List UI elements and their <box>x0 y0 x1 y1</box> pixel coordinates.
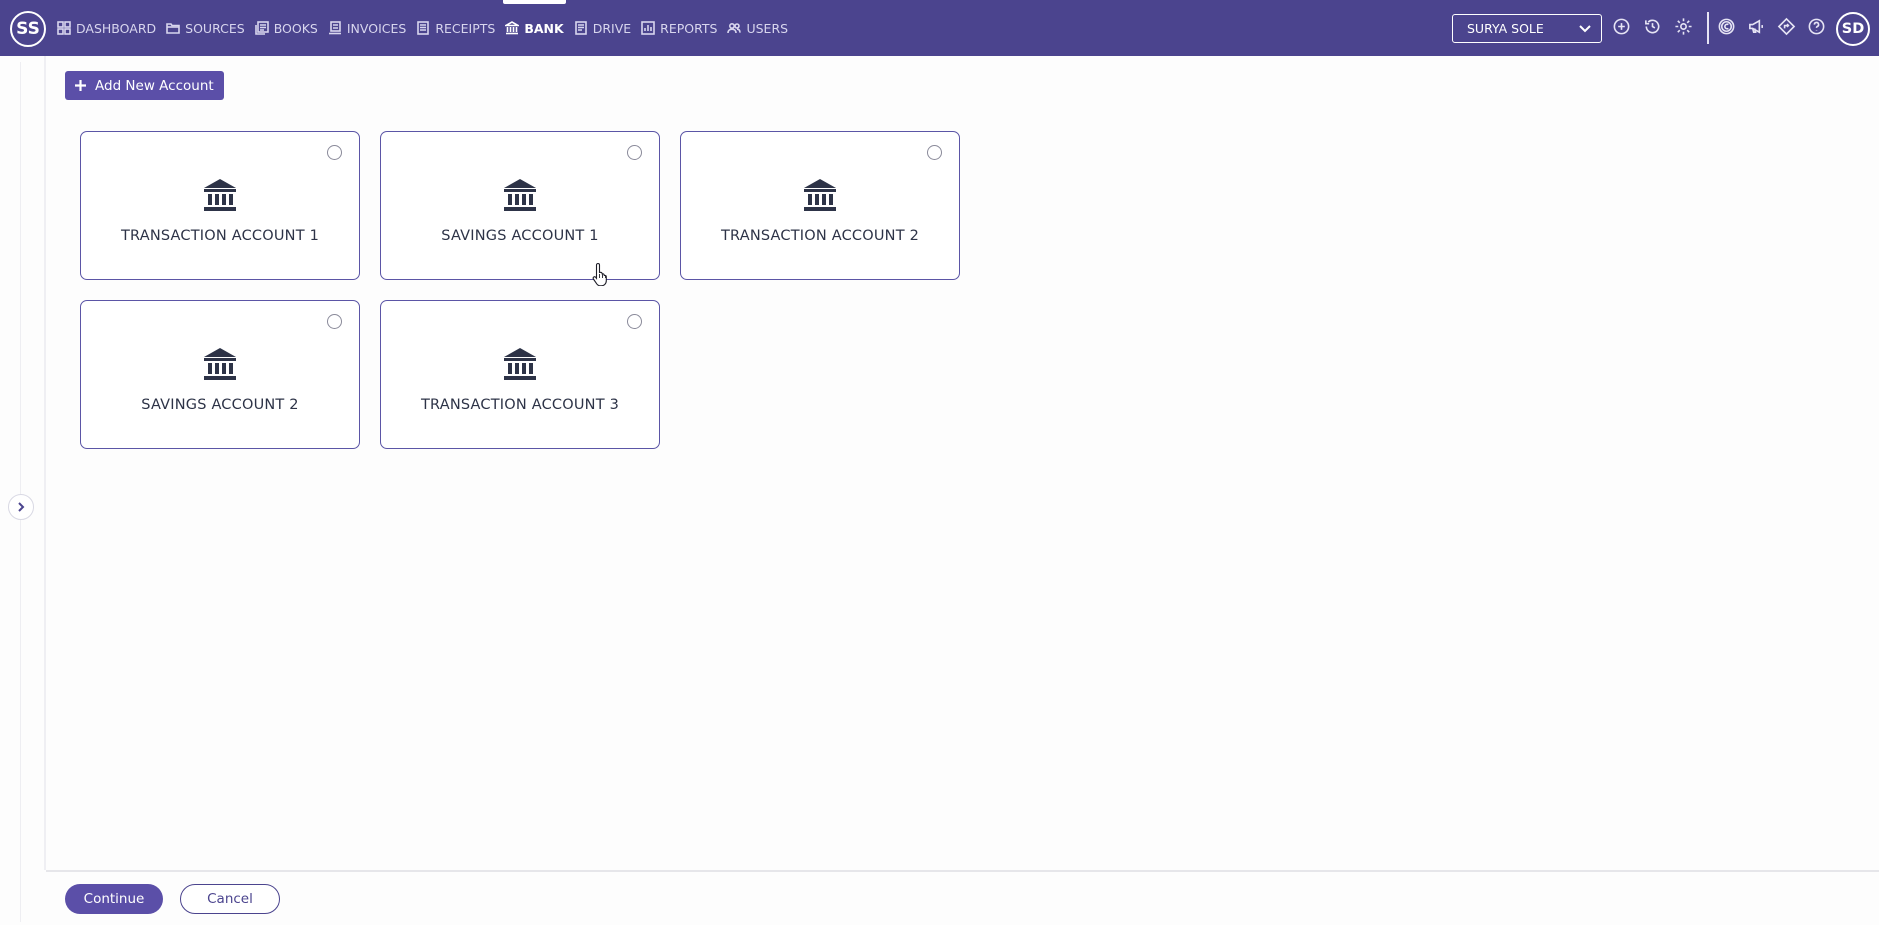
account-card[interactable]: SAVINGS ACCOUNT 2 <box>80 300 360 449</box>
account-card[interactable]: TRANSACTION ACCOUNT 2 <box>680 131 960 280</box>
chevron-down-icon <box>1578 21 1592 35</box>
nav-item-invoices[interactable]: INVOICES <box>328 0 406 56</box>
credits-icon[interactable] <box>1716 16 1736 36</box>
account-card[interactable]: TRANSACTION ACCOUNT 1 <box>80 131 360 280</box>
sidebar-edge <box>20 62 21 922</box>
nav-item-receipts[interactable]: RECEIPTS <box>416 0 495 56</box>
add-new-account-button[interactable]: Add New Account <box>65 71 224 100</box>
account-radio[interactable] <box>327 145 342 160</box>
megaphone-icon[interactable] <box>1746 16 1766 36</box>
company-select-value: SURYA SOLE <box>1467 21 1544 36</box>
document-icon <box>574 21 587 35</box>
account-name: SAVINGS ACCOUNT 1 <box>441 228 599 244</box>
header-divider <box>1707 12 1709 44</box>
utility-actions <box>1716 16 1826 36</box>
bank-icon <box>202 178 238 212</box>
nav-label-drive: DRIVE <box>592 20 632 36</box>
nav-item-drive[interactable]: DRIVE <box>574 0 631 56</box>
account-name: TRANSACTION ACCOUNT 3 <box>420 397 620 413</box>
folder-icon <box>166 23 180 34</box>
nav-item-bank[interactable]: BANK <box>503 0 567 56</box>
help-icon[interactable] <box>1806 16 1826 36</box>
company-select[interactable]: SURYA SOLE <box>1452 14 1602 43</box>
bank-icon <box>802 178 838 212</box>
account-name: SAVINGS ACCOUNT 2 <box>141 397 299 413</box>
nav-label-users: USERS <box>746 20 789 36</box>
account-name: TRANSACTION ACCOUNT 2 <box>720 228 920 244</box>
top-navigation-bar: SS DASHBOARD SOURCES BOOKS INVOICES RECE… <box>0 0 1879 56</box>
sidebar-expand-button[interactable] <box>8 494 34 520</box>
nav-item-dashboard[interactable]: DASHBOARD <box>57 0 156 56</box>
footer-divider <box>46 870 1879 872</box>
nav-label-receipts: RECEIPTS <box>435 20 496 36</box>
invoice-icon <box>328 21 341 35</box>
plus-icon <box>75 80 86 91</box>
quick-actions <box>1611 16 1693 36</box>
cancel-button[interactable]: Cancel <box>180 884 280 914</box>
nav-label-bank: BANK <box>524 20 564 36</box>
bank-icon <box>502 178 538 212</box>
receipt-icon <box>417 21 430 35</box>
account-card[interactable]: TRANSACTION ACCOUNT 3 <box>380 300 660 449</box>
account-card[interactable]: SAVINGS ACCOUNT 1 <box>380 131 660 280</box>
sidebar-divider <box>44 56 46 870</box>
chart-icon <box>641 21 655 35</box>
user-avatar[interactable]: SS <box>10 11 46 47</box>
nav-item-sources[interactable]: SOURCES <box>166 0 245 56</box>
account-avatar[interactable]: SD <box>1836 12 1870 46</box>
account-radio[interactable] <box>327 314 342 329</box>
bank-icon <box>502 347 538 381</box>
account-name: TRANSACTION ACCOUNT 1 <box>120 228 320 244</box>
chevron-right-icon <box>18 502 25 512</box>
hand-pointer-icon <box>592 262 610 287</box>
nav-label-dashboard: DASHBOARD <box>76 20 157 36</box>
account-radio[interactable] <box>627 314 642 329</box>
settings-gear-icon[interactable] <box>1673 16 1693 36</box>
nav-item-reports[interactable]: REPORTS <box>641 0 717 56</box>
nav-item-users[interactable]: USERS <box>727 0 788 56</box>
account-radio[interactable] <box>927 145 942 160</box>
history-icon[interactable] <box>1642 16 1662 36</box>
bank-icon <box>202 347 238 381</box>
nav-label-sources: SOURCES <box>185 20 245 36</box>
users-icon <box>727 22 742 34</box>
add-new-account-label: Add New Account <box>95 77 214 94</box>
diamond-route-icon[interactable] <box>1776 16 1796 36</box>
continue-button[interactable]: Continue <box>65 884 163 914</box>
bank-icon <box>505 21 520 35</box>
nav-label-invoices: INVOICES <box>346 20 407 36</box>
add-circle-icon[interactable] <box>1611 16 1631 36</box>
nav-label-reports: REPORTS <box>660 20 718 36</box>
nav-label-books: BOOKS <box>273 20 318 36</box>
account-radio[interactable] <box>627 145 642 160</box>
nav-item-books[interactable]: BOOKS <box>254 0 318 56</box>
books-icon <box>254 21 269 35</box>
grid-icon <box>57 21 71 35</box>
main-navigation: DASHBOARD SOURCES BOOKS INVOICES RECEIPT… <box>57 0 788 56</box>
